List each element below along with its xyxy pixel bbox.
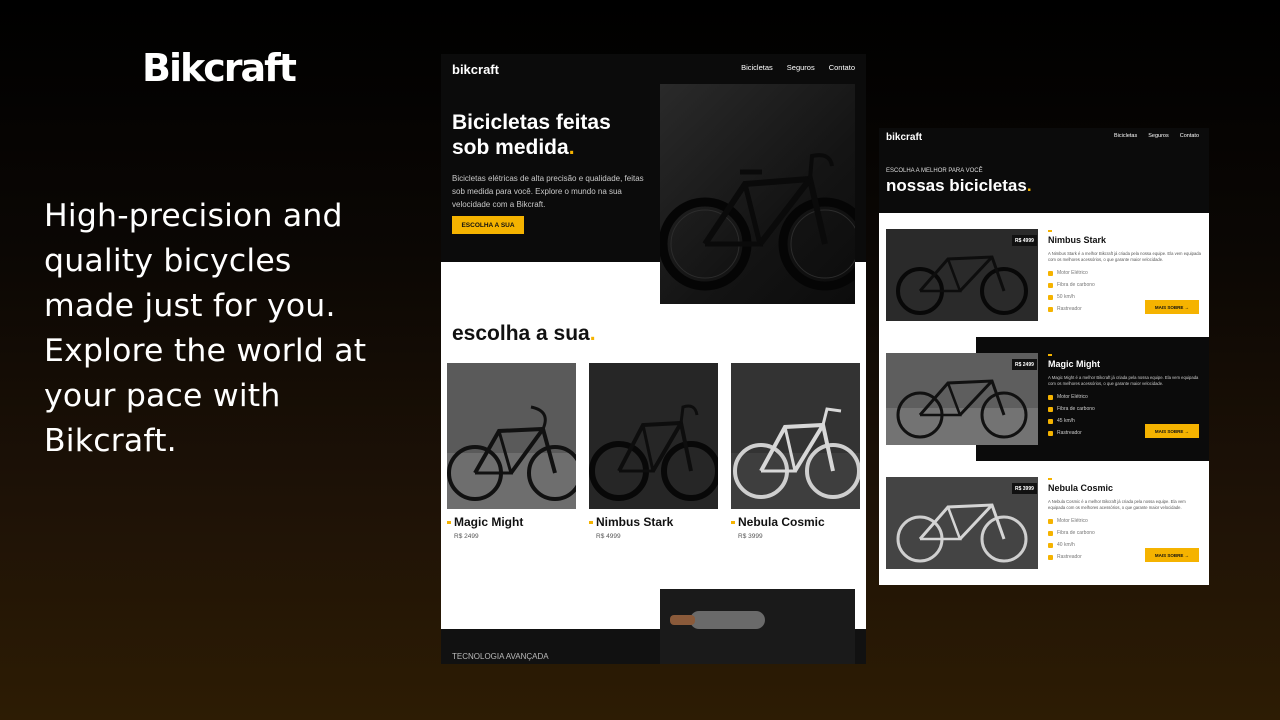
product-card[interactable]: Nimbus Stark R$ 4999 [589,363,718,540]
accent-mark [1048,230,1052,232]
product-image [731,363,860,509]
bike-illustration [660,153,855,291]
main-nav: Bicicletas Seguros Contato [1114,133,1199,139]
bike-description: A Nimbus Stark é a melhor Bikcraft já cr… [1048,251,1201,262]
section-title: escolha a sua. [452,322,596,345]
motor-icon [1048,394,1053,400]
speed-icon [1048,294,1053,300]
product-name: Magic Might [447,515,576,529]
more-button[interactable]: MAIS SOBRE → [1145,424,1199,438]
hero-bike-image [660,84,855,304]
hero-title: Bicicletas feitas sob medida. [452,111,611,159]
bike-illustration [447,405,576,509]
feature-item: Fibra de carbono [1048,527,1095,539]
product-price: R$ 2499 [454,533,479,540]
feature-item: 40 km/h [1048,539,1095,551]
nav-link-seguros[interactable]: Seguros [1148,133,1169,139]
accent-mark [1048,478,1052,480]
price-badge: R$ 2499 [1012,359,1037,370]
more-button[interactable]: MAIS SOBRE → [1145,300,1199,314]
site-logo[interactable]: bikcraft [886,132,922,143]
product-name: Nimbus Stark [589,515,718,529]
accent-mark [1048,354,1052,356]
carbon-icon [1048,530,1053,536]
product-price: R$ 4999 [596,533,621,540]
feature-item: 45 km/h [1048,415,1095,427]
home-page-mockup: bikcraft Bicicletas Seguros Contato Bici… [441,54,866,664]
nav-link-contato[interactable]: Contato [829,63,855,72]
feature-item: Rastreador [1048,427,1095,439]
product-name: Nebula Cosmic [731,515,860,529]
bike-row: R$ 4999 Nimbus Stark A Nimbus Stark é a … [879,213,1209,337]
bike-illustration [731,363,860,499]
bike-name: Nebula Cosmic [1048,483,1114,493]
tracker-icon [1048,306,1053,312]
product-card[interactable]: Magic Might R$ 2499 [447,363,576,540]
carbon-icon [1048,406,1053,412]
nav-link-seguros[interactable]: Seguros [787,63,815,72]
speed-icon [1048,418,1053,424]
bike-row: R$ 3999 Nebula Cosmic A Nebula Cosmic é … [879,461,1209,585]
bike-name: Nimbus Stark [1048,235,1107,245]
feature-item: 50 km/h [1048,291,1095,303]
feature-list: Motor Elétrico Fibra de carbono 40 km/h … [1048,515,1095,563]
tech-illustration [670,611,765,629]
feature-item: Motor Elétrico [1048,267,1095,279]
bike-description: A Magic Might é a melhor Bikcraft já cri… [1048,375,1199,386]
hero-text: Bicicletas elétricas de alta precisão e … [452,174,644,209]
bikes-page-mockup: bikcraft Bicicletas Seguros Contato ESCO… [879,128,1209,585]
feature-item: Motor Elétrico [1048,391,1095,403]
tagline: High-precision and quality bicycles made… [44,198,367,459]
main-nav: Bicicletas Seguros Contato [741,63,855,72]
carbon-icon [1048,282,1053,288]
price-badge: R$ 4999 [1012,235,1037,246]
bike-name: Magic Might [1048,359,1100,369]
hero-cta-button[interactable]: ESCOLHA A SUA [452,216,524,234]
tracker-icon [1048,430,1053,436]
motor-icon [1048,270,1053,276]
bike-row: R$ 2499 Magic Might A Magic Might é a me… [879,337,1209,461]
motor-icon [1048,518,1053,524]
tracker-icon [1048,554,1053,560]
brand-title: Bikcraft [142,46,297,90]
feature-item: Motor Elétrico [1048,515,1095,527]
tech-image [660,589,855,664]
tech-label: TECNOLOGIA AVANÇADA [452,652,549,661]
feature-list: Motor Elétrico Fibra de carbono 50 km/h … [1048,267,1095,315]
feature-item: Rastreador [1048,551,1095,563]
page-title: nossas bicicletas. [886,176,1032,195]
nav-link-bicicletas[interactable]: Bicicletas [1114,133,1137,139]
price-badge: R$ 3999 [1012,483,1037,494]
feature-item: Fibra de carbono [1048,279,1095,291]
feature-item: Fibra de carbono [1048,403,1095,415]
speed-icon [1048,542,1053,548]
page-subtitle: ESCOLHA A MELHOR PARA VOCÊ [886,168,983,174]
more-button[interactable]: MAIS SOBRE → [1145,548,1199,562]
nav-link-contato[interactable]: Contato [1180,133,1199,139]
product-card[interactable]: Nebula Cosmic R$ 3999 [731,363,860,540]
nav-link-bicicletas[interactable]: Bicicletas [741,63,773,72]
product-image [589,363,718,509]
feature-list: Motor Elétrico Fibra de carbono 45 km/h … [1048,391,1095,439]
site-logo[interactable]: bikcraft [452,62,499,77]
product-price: R$ 3999 [738,533,763,540]
product-image [447,363,576,509]
bike-illustration [589,404,718,501]
feature-item: Rastreador [1048,303,1095,315]
bike-description: A Nebula Cosmic é a melhor Bikcraft já c… [1048,499,1186,510]
